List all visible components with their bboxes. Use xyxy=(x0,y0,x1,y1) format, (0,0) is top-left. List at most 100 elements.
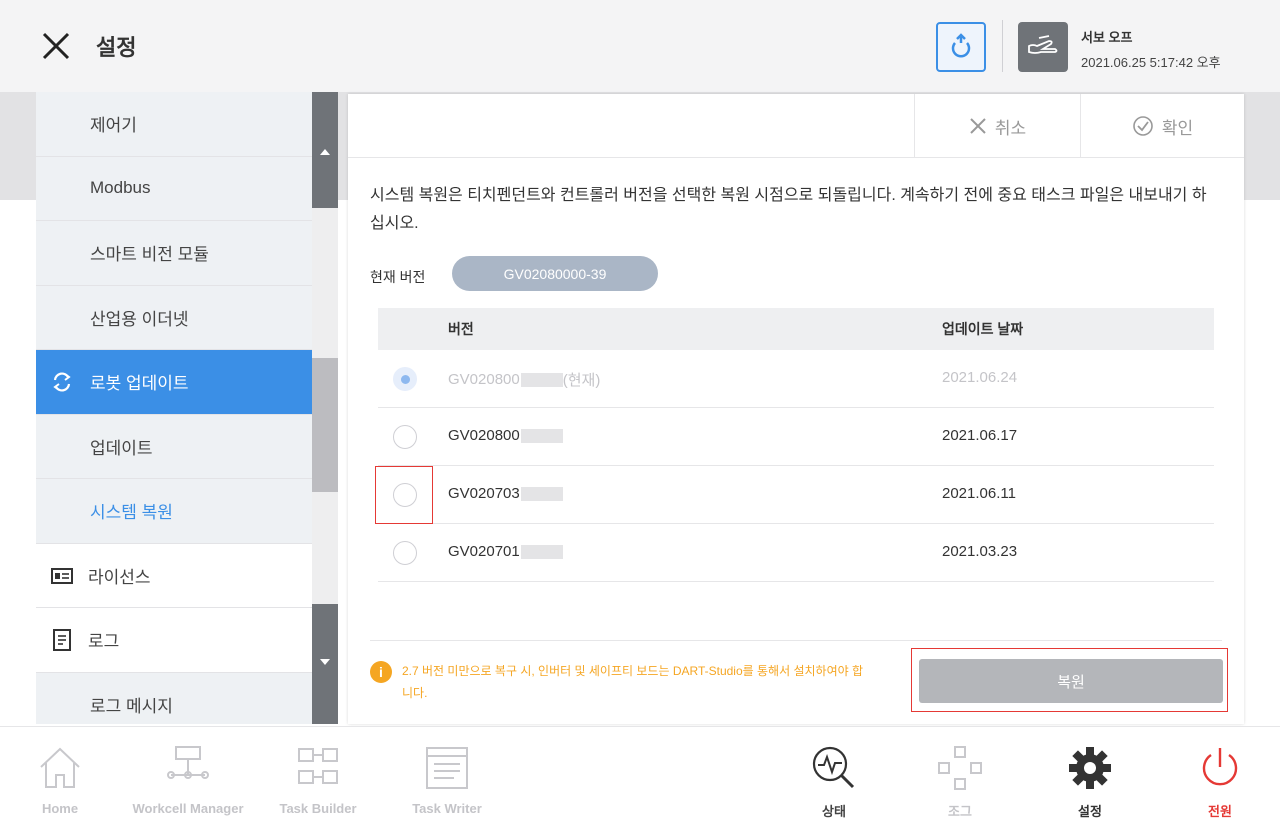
page-title: 설정 xyxy=(96,35,137,60)
date-cell: 2021.06.11 xyxy=(942,485,1016,502)
version-text: GV020800 xyxy=(448,427,520,444)
header-bar xyxy=(0,0,1280,92)
sidebar-nav: 제어기 Modbus 스마트 비전 모듈 산업용 이더넷 로봇 업데이트 업데이… xyxy=(36,92,312,724)
sidebar-item-label: 로봇 업데이트 xyxy=(90,374,189,394)
refresh-button[interactable] xyxy=(936,22,986,72)
hand-icon xyxy=(1028,35,1058,54)
version-text: GV020701 xyxy=(448,543,520,560)
bottom-nav: Home Workcell Manager Task Builder Task … xyxy=(0,726,1280,826)
nav-power[interactable]: 전원 xyxy=(1182,727,1258,826)
table-row: GV020800 (현재) 2021.06.24 xyxy=(378,350,1214,408)
log-icon xyxy=(53,629,71,651)
sidebar-item-modbus[interactable]: Modbus xyxy=(36,156,312,221)
confirm-label: 확인 xyxy=(1161,118,1194,138)
refresh-icon xyxy=(951,33,971,58)
header-divider xyxy=(1002,20,1003,72)
sidebar-item-robot-update[interactable]: 로봇 업데이트 xyxy=(36,350,312,415)
sidebar-item-log-messages[interactable]: 로그 메시지 xyxy=(36,672,312,724)
timestamp: 2021.06.25 5:17:42 오후 xyxy=(1081,55,1221,70)
sidebar-scrollbar[interactable] xyxy=(312,92,338,724)
nav-task-writer[interactable]: Task Writer xyxy=(394,727,500,826)
power-icon xyxy=(1202,748,1238,786)
nav-task-builder[interactable]: Task Builder xyxy=(270,727,366,826)
nav-workcell-manager[interactable]: Workcell Manager xyxy=(124,727,252,826)
task-builder-icon xyxy=(298,748,338,784)
sidebar-item-label: 제어기 xyxy=(90,116,137,136)
status-monitor-icon xyxy=(812,746,855,789)
sidebar-item-label: 업데이트 xyxy=(90,438,153,458)
confirm-button[interactable]: 확인 xyxy=(1080,94,1244,158)
version-text: GV020800 xyxy=(448,371,520,388)
cancel-label: 취소 xyxy=(994,118,1027,138)
restore-button[interactable]: 복원 xyxy=(919,659,1223,703)
sidebar-item-log[interactable]: 로그 xyxy=(36,608,312,673)
column-header-date: 업데이트 날짜 xyxy=(942,321,1024,337)
nav-label: 설정 xyxy=(1078,804,1102,819)
sidebar-item-controller[interactable]: 제어기 xyxy=(36,92,312,157)
version-radio[interactable] xyxy=(393,541,417,565)
version-cell: GV020703 xyxy=(448,485,563,502)
sync-icon xyxy=(53,372,71,392)
chevron-down-icon xyxy=(320,659,330,665)
table-row[interactable]: GV020701 2021.03.23 xyxy=(378,524,1214,582)
column-header-version: 버전 xyxy=(448,321,474,337)
redacted-block xyxy=(520,372,563,387)
version-radio[interactable] xyxy=(393,425,417,449)
workcell-icon xyxy=(167,746,209,779)
table-header: 버전 업데이트 날짜 xyxy=(378,308,1214,350)
redacted-block xyxy=(520,544,563,559)
version-radio xyxy=(393,367,417,391)
version-text: GV020703 xyxy=(448,485,520,502)
nav-label: Task Builder xyxy=(279,801,357,816)
close-icon xyxy=(42,32,70,60)
redacted-block xyxy=(520,428,563,443)
sidebar-item-label: 시스템 복원 xyxy=(90,503,173,523)
version-radio[interactable] xyxy=(393,483,417,507)
home-icon xyxy=(40,747,80,788)
date-cell: 2021.03.23 xyxy=(942,543,1018,560)
warning-message: 2.7 버전 미만으로 복구 시, 인버터 및 세이프티 보드는 DART-St… xyxy=(402,664,864,700)
sidebar-item-update[interactable]: 업데이트 xyxy=(36,414,312,479)
nav-status[interactable]: 상태 xyxy=(796,727,872,826)
sidebar-item-label: 산업용 이더넷 xyxy=(90,309,189,329)
close-button[interactable] xyxy=(38,28,74,64)
license-icon xyxy=(51,567,73,584)
nav-home[interactable]: Home xyxy=(20,727,100,826)
sidebar-item-smart-vision[interactable]: 스마트 비전 모듈 xyxy=(36,221,312,286)
restore-panel: 취소 확인 시스템 복원은 티치펜던트와 컨트롤러 버전을 선택한 복원 시점으… xyxy=(348,94,1244,724)
current-version-badge: GV02080000-39 xyxy=(452,256,658,291)
version-cell: GV020701 xyxy=(448,543,563,560)
sidebar: 제어기 Modbus 스마트 비전 모듈 산업용 이더넷 로봇 업데이트 업데이… xyxy=(36,92,338,724)
cancel-button[interactable]: 취소 xyxy=(914,94,1080,158)
panel-toolbar: 취소 확인 xyxy=(348,94,1244,158)
scroll-down-button[interactable] xyxy=(312,604,338,724)
servo-status-icon[interactable] xyxy=(1018,22,1068,72)
scroll-thumb[interactable] xyxy=(312,358,338,492)
nav-label: Task Writer xyxy=(412,801,482,816)
warning-icon: i xyxy=(370,661,392,683)
nav-label: 전원 xyxy=(1208,804,1232,819)
sidebar-item-label: 로그 xyxy=(88,632,120,652)
table-row[interactable]: GV020703 2021.06.11 xyxy=(375,466,1214,524)
nav-jog[interactable]: 조그 xyxy=(922,727,998,826)
nav-label: 조그 xyxy=(948,804,972,819)
chevron-up-icon xyxy=(320,149,330,155)
nav-label: Workcell Manager xyxy=(132,801,244,816)
sidebar-item-license[interactable]: 라이선스 xyxy=(36,543,312,608)
sidebar-item-label: Modbus xyxy=(90,178,151,198)
jog-icon xyxy=(938,746,982,790)
restore-description: 시스템 복원은 티치펜던트와 컨트롤러 버전을 선택한 복원 시점으로 되돌립니… xyxy=(370,187,1207,232)
current-suffix: (현재) xyxy=(562,372,601,389)
check-circle-icon xyxy=(1133,116,1153,136)
redacted-block xyxy=(520,486,563,501)
scroll-up-button[interactable] xyxy=(312,92,338,208)
sidebar-item-label: 로그 메시지 xyxy=(90,696,173,716)
sidebar-item-system-restore[interactable]: 시스템 복원 xyxy=(36,479,312,544)
gear-icon xyxy=(1069,747,1111,789)
nav-settings[interactable]: 설정 xyxy=(1052,727,1128,826)
sidebar-item-label: 스마트 비전 모듈 xyxy=(90,245,209,265)
sidebar-item-industrial-ethernet[interactable]: 산업용 이더넷 xyxy=(36,285,312,350)
table-row[interactable]: GV020800 2021.06.17 xyxy=(378,408,1214,466)
version-cell: GV020800 xyxy=(448,427,563,444)
divider xyxy=(370,640,1222,641)
